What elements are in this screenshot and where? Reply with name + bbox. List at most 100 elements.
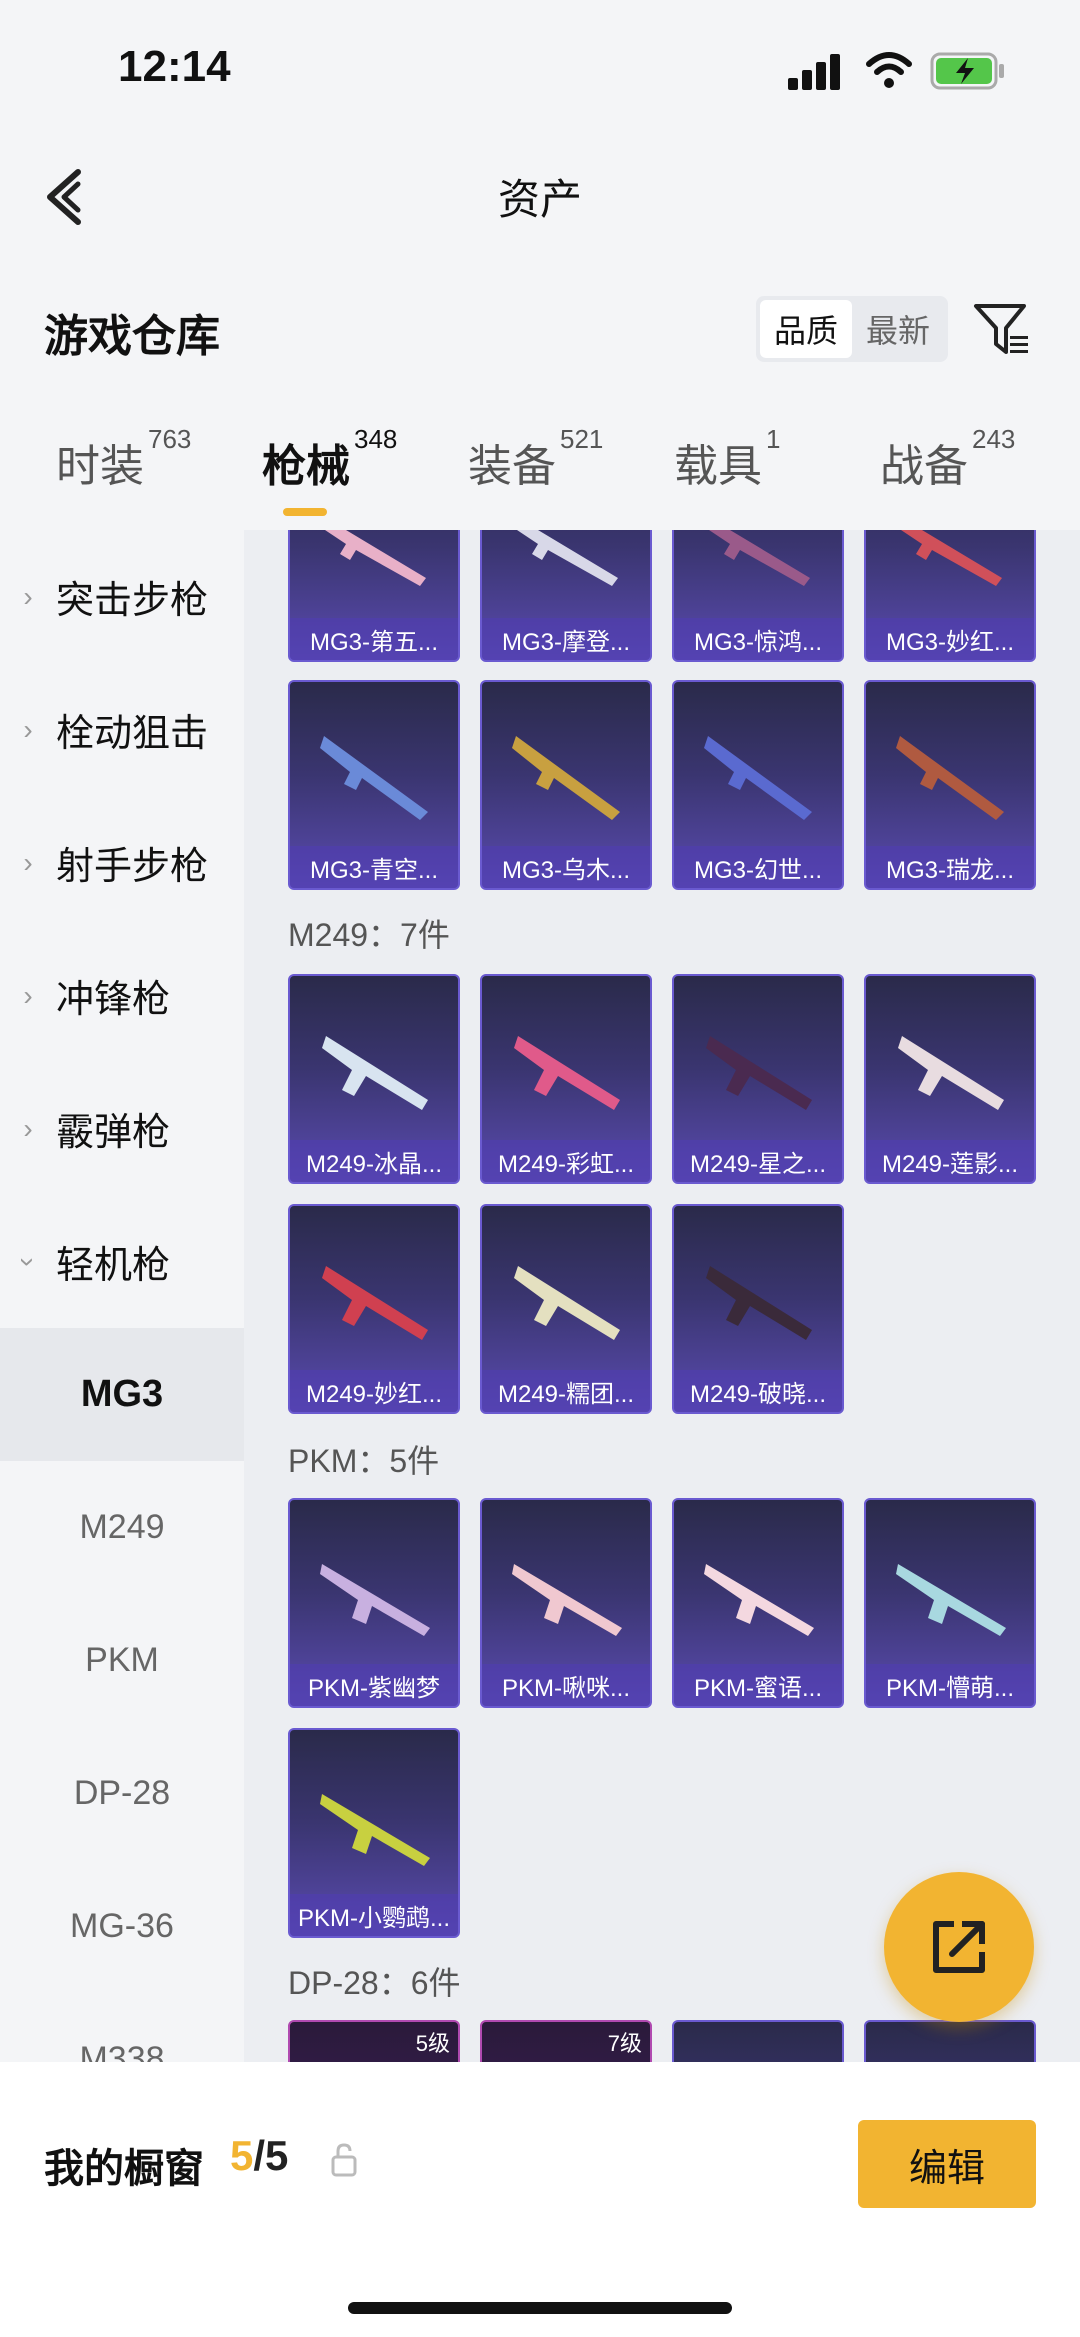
weapon-name: MG3-摩登... [482,618,650,660]
weapon-card[interactable]: M249-星之... [672,974,844,1184]
weapon-name: PKM-啾咪... [482,1664,650,1706]
weapon-card[interactable]: M249-彩虹... [480,974,652,1184]
weapon-card[interactable]: MG3-摩登... [480,530,652,662]
sidebar-item-shotgun[interactable]: › 霰弹枪 [0,1062,244,1195]
gun-image [320,1794,430,1866]
battery-icon [930,52,1004,90]
status-time: 12:14 [118,42,231,91]
weapon-name: MG3-妙红... [866,618,1034,660]
category-tabs: 时装763 枪械348 装备521 载具1 战备243 [0,424,1080,530]
sidebar-sub-mg3[interactable]: MG3 [0,1328,244,1461]
tab-count: 243 [972,424,1016,454]
weapon-card[interactable]: 5级 [288,2020,460,2062]
chevron-right-icon: › [23,1112,33,1144]
tab-vehicles[interactable]: 载具1 [674,424,780,494]
weapon-name: M249-星之... [674,1140,842,1182]
lock-icon [331,2143,357,2177]
tab-label: 枪械 [262,442,350,491]
sort-toggle: 品质 最新 [756,296,948,362]
weapon-name: MG3-青空... [290,846,458,888]
weapon-card[interactable]: M249-妙红... [288,1204,460,1414]
weapon-name: MG3-瑞龙... [866,846,1034,888]
sidebar-sub-mg36[interactable]: MG-36 [0,1860,244,1993]
tab-count: 1 [766,424,781,454]
gun-image [320,736,428,820]
sidebar-sub-dp28[interactable]: DP-28 [0,1727,244,1860]
tab-label: 战备 [880,442,968,491]
weapon-name: PKM-紫幽梦 [290,1664,458,1706]
weapon-grid: MG3-第五... MG3-摩登... MG3-惊鸿... MG3-妙红... … [244,530,1080,2062]
tab-label: 时装 [56,442,144,491]
showcase-label: 我的橱窗 [44,2147,204,2191]
level-badge: 7级 [607,2031,642,2056]
sidebar-sub-pkm[interactable]: PKM [0,1594,244,1727]
gun-image [706,1036,812,1110]
sidebar-item-label: 射手步枪 [56,846,209,888]
weapon-card[interactable]: MG3-幻世... [672,680,844,890]
status-bar: 12:14 [0,0,1080,140]
sort-quality-button[interactable]: 品质 [760,300,852,358]
chevron-right-icon: › [23,713,33,745]
nav-bar: 资产 [0,140,1080,250]
gun-image [320,1564,430,1636]
weapon-name: M249-莲影... [866,1140,1034,1182]
weapon-card[interactable]: M249-糯团... [480,1204,652,1414]
sidebar-item-label: 突击步枪 [56,580,209,622]
gun-image [901,530,1002,586]
sidebar-sub-m338[interactable]: M338 [0,1993,244,2062]
gun-image [709,530,810,586]
sidebar-item-label: 冲锋枪 [56,979,171,1021]
weapon-name: M249-冰晶... [290,1140,458,1182]
sort-latest-button[interactable]: 最新 [852,300,944,358]
share-button[interactable] [884,1872,1034,2022]
gun-image [704,1564,814,1636]
tab-count: 521 [560,424,604,454]
tab-label: 载具 [674,442,762,491]
edit-button[interactable]: 编辑 [858,2120,1036,2208]
weapon-card[interactable] [672,2020,844,2062]
gun-image [898,1036,1004,1110]
sidebar-item-marksman-rifle[interactable]: › 射手步枪 [0,796,244,929]
weapon-card[interactable]: MG3-青空... [288,680,460,890]
weapon-card[interactable]: MG3-瑞龙... [864,680,1036,890]
tab-tactical[interactable]: 战备243 [880,424,1015,494]
weapon-card[interactable]: M249-破晓... [672,1204,844,1414]
weapon-card[interactable] [864,2020,1036,2062]
weapon-card[interactable]: 7级 [480,2020,652,2062]
weapon-card[interactable]: PKM-啾咪... [480,1498,652,1708]
sidebar-item-label: 栓动狙击 [56,713,209,755]
gun-image [517,530,618,586]
weapon-card[interactable]: PKM-蜜语... [672,1498,844,1708]
filter-icon[interactable] [972,300,1032,358]
sidebar-item-smg[interactable]: › 冲锋枪 [0,929,244,1062]
home-indicator[interactable] [348,2302,732,2314]
weapon-card[interactable]: MG3-乌木... [480,680,652,890]
weapon-card[interactable]: PKM-懵萌... [864,1498,1036,1708]
weapon-card[interactable]: M249-莲影... [864,974,1036,1184]
section-label-pkm: PKM：5件 [288,1443,440,1479]
weapon-card[interactable]: MG3-第五... [288,530,460,662]
sidebar-sub-m249[interactable]: M249 [0,1461,244,1594]
weapon-card[interactable]: MG3-妙红... [864,530,1036,662]
tab-fashion[interactable]: 时装763 [56,424,191,494]
showcase-bar: 我的橱窗 5/5 编辑 [0,2062,1080,2337]
weapon-name: PKM-懵萌... [866,1664,1034,1706]
chevron-right-icon: › [23,846,33,878]
sidebar-item-bolt-sniper[interactable]: › 栓动狙击 [0,663,244,796]
sidebar-item-assault-rifle[interactable]: › 突击步枪 [0,530,244,663]
signal-icon [788,54,844,90]
weapon-card[interactable]: PKM-小鹦鹉... [288,1728,460,1938]
showcase-total: /5 [253,2132,289,2179]
sidebar-item-lmg[interactable]: › 轻机枪 [0,1195,244,1328]
tab-firearms[interactable]: 枪械348 [262,424,397,494]
weapon-name: MG3-幻世... [674,846,842,888]
weapon-card[interactable]: PKM-紫幽梦 [288,1498,460,1708]
level-badge: 5级 [415,2031,450,2056]
weapon-card[interactable]: M249-冰晶... [288,974,460,1184]
chevron-down-icon: › [13,1256,44,1267]
page-title: 资产 [497,176,582,223]
tab-equipment[interactable]: 装备521 [468,424,603,494]
tab-count: 348 [354,424,398,454]
weapon-card[interactable]: MG3-惊鸿... [672,530,844,662]
weapon-name: PKM-小鹦鹉... [290,1894,458,1936]
